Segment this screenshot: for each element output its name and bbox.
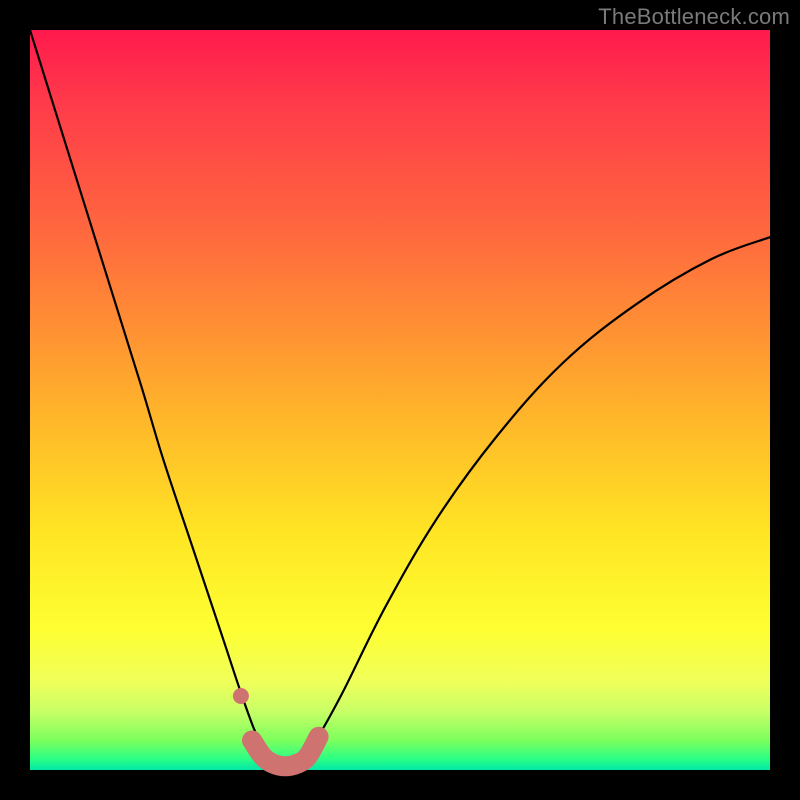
curve-svg [30, 30, 770, 770]
highlight-marker-path [252, 737, 319, 767]
plot-area [30, 30, 770, 770]
highlight-marker-dot [233, 688, 249, 704]
watermark-text: TheBottleneck.com [598, 4, 790, 30]
chart-frame: TheBottleneck.com [0, 0, 800, 800]
bottleneck-curve-path [30, 30, 770, 766]
